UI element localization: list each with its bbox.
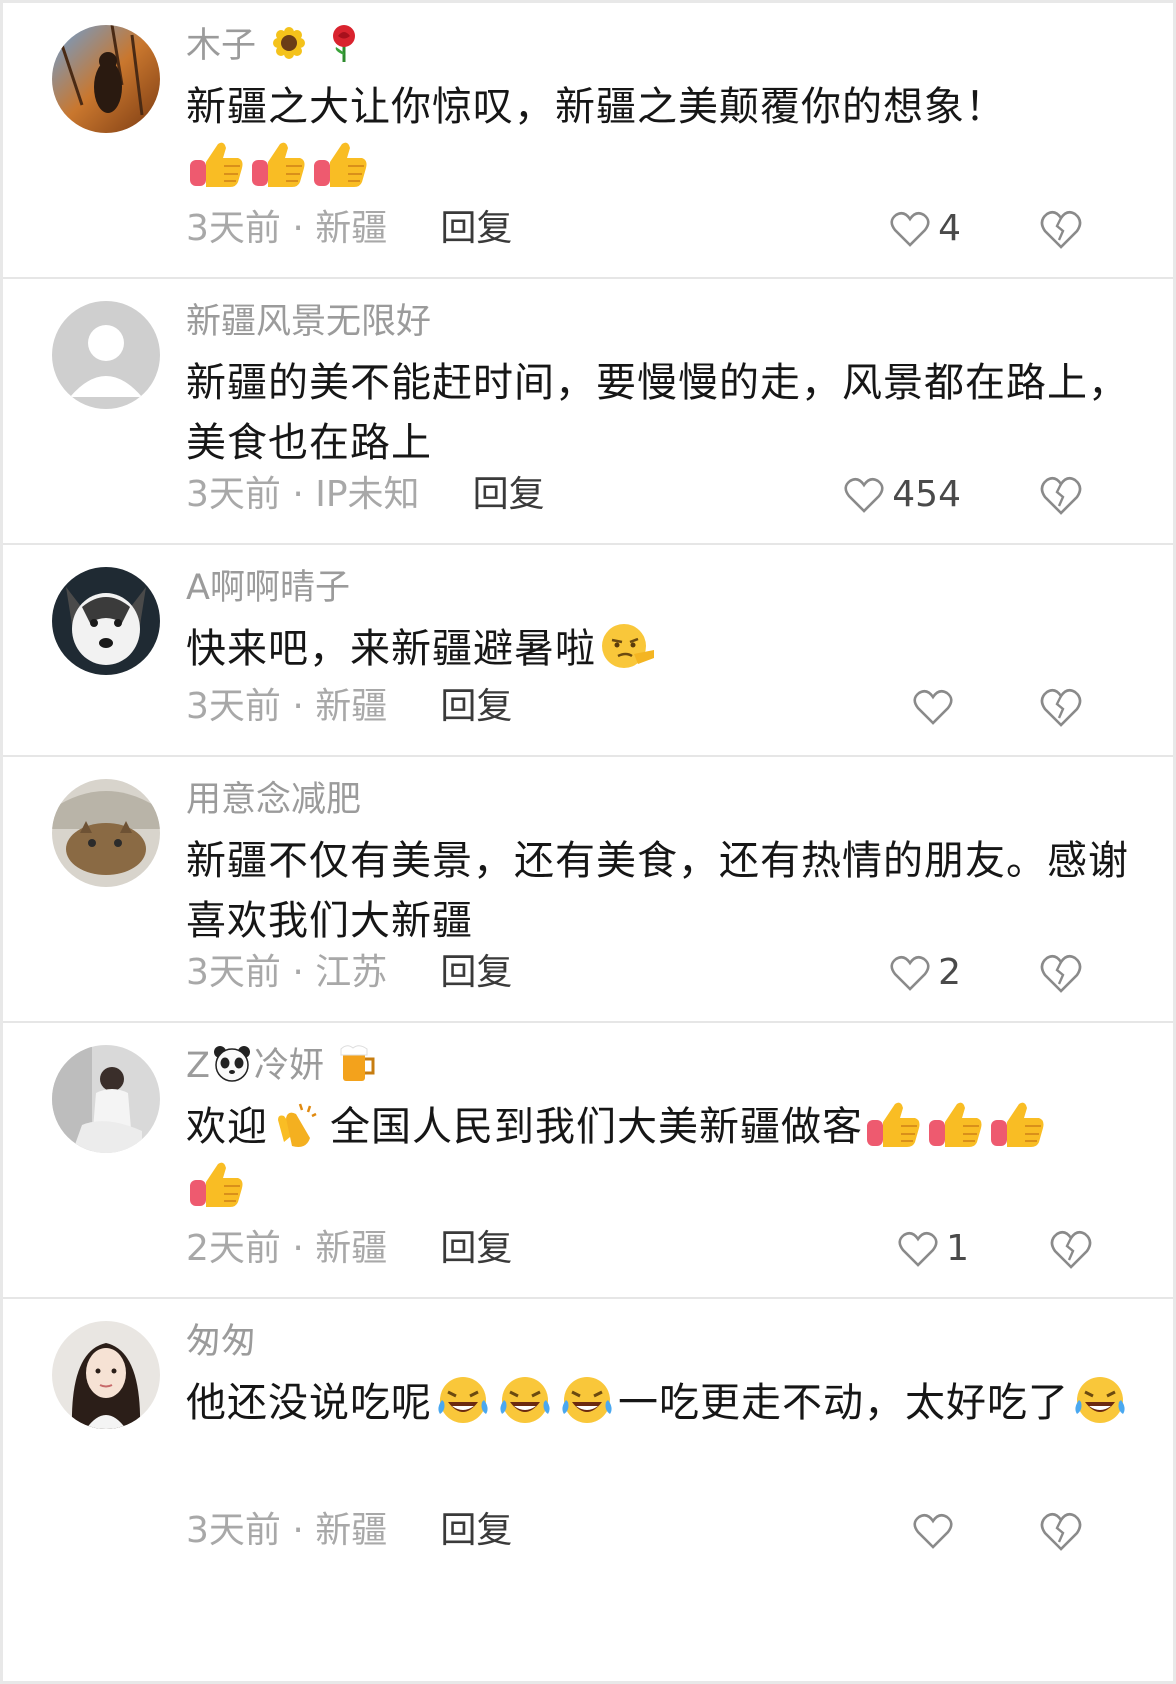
broken-heart-icon[interactable] [1039, 1509, 1083, 1553]
like-count: 2 [938, 952, 961, 993]
comment-author[interactable]: 新疆风景无限好 [186, 299, 1133, 345]
comment-text: 欢迎 全国人民到我们大美新疆做客 [186, 1097, 1133, 1217]
reply-button[interactable]: 回复 [440, 203, 512, 255]
thumbs-up-icon [188, 1158, 246, 1210]
broken-heart-icon[interactable] [1039, 207, 1083, 251]
comment-author[interactable]: Z 冷妍 [186, 1043, 1133, 1089]
sunflower-icon [269, 23, 309, 63]
comment-meta: 2天前 · 新疆 回复 1 [186, 1223, 1133, 1275]
timestamp-location: 3天前 · IP未知 [186, 474, 420, 515]
comment-item: Z 冷妍 欢迎 全国人民到我们大美新疆做客 2天前 · 新疆 回复 1 [3, 1023, 1173, 1299]
timestamp-location: 3天前 · 江苏 [186, 952, 388, 993]
comment-author[interactable]: A啊啊晴子 [186, 565, 1133, 611]
rolling-laughing-icon [1071, 1374, 1129, 1426]
broken-heart-icon[interactable] [1039, 473, 1083, 517]
comment-meta: 3天前 · 新疆 回复 [186, 681, 1133, 733]
avatar[interactable] [52, 1321, 160, 1429]
comment-list: 木子 新疆之大让你惊叹，新疆之美颠覆你的想象！ 3天前 · 新疆 回复 4 新疆… [3, 3, 1173, 1681]
comment-text: 新疆的美不能赶时间，要慢慢的走，风景都在路上，美食也在路上 [186, 360, 1129, 466]
comment-item: 木子 新疆之大让你惊叹，新疆之美颠覆你的想象！ 3天前 · 新疆 回复 4 [3, 3, 1173, 279]
like-button[interactable]: 1 [898, 1223, 969, 1275]
comment-text: 他还没说吃呢 一吃更走不动，太好吃了 [186, 1373, 1133, 1433]
rolling-laughing-icon [558, 1374, 616, 1426]
heart-icon [890, 210, 930, 248]
author-name-prefix[interactable]: Z [186, 1046, 210, 1086]
like-count: 1 [946, 1228, 969, 1269]
panda-icon [212, 1043, 252, 1083]
broken-heart-icon[interactable] [1039, 685, 1083, 729]
timestamp-location: 3天前 · 新疆 [186, 686, 388, 727]
comment-meta: 3天前 · IP未知 回复 454 [186, 469, 1133, 521]
heart-icon [898, 1230, 938, 1268]
comment-item: 用意念减肥 新疆不仅有美景，还有美食，还有热情的朋友。感谢喜欢我们大新疆 3天前… [3, 757, 1173, 1023]
beer-icon [337, 1043, 377, 1083]
comment-item: A啊啊晴子 快来吧，来新疆避暑啦 3天前 · 新疆 回复 [3, 545, 1173, 757]
comment-meta: 3天前 · 新疆 回复 [186, 1505, 1133, 1557]
avatar[interactable] [52, 1045, 160, 1153]
comment-text: 快来吧，来新疆避暑啦 [186, 619, 1133, 679]
comment-meta: 3天前 · 江苏 回复 2 [186, 947, 1133, 999]
author-name[interactable]: 冷妍 [254, 1046, 324, 1086]
reply-button[interactable]: 回复 [440, 947, 512, 999]
avatar[interactable] [52, 567, 160, 675]
avatar[interactable] [52, 779, 160, 887]
comment-item: 新疆风景无限好 新疆的美不能赶时间，要慢慢的走，风景都在路上，美食也在路上 3天… [3, 279, 1173, 545]
clapping-hands-icon [270, 1098, 328, 1150]
smirk-pointing-icon [598, 620, 656, 672]
timestamp-location: 3天前 · 新疆 [186, 208, 388, 249]
comment-author[interactable]: 匆匆 [186, 1319, 1133, 1365]
reply-button[interactable]: 回复 [440, 681, 512, 733]
avatar[interactable] [52, 301, 160, 409]
heart-icon [844, 476, 884, 514]
heart-icon [913, 688, 953, 726]
thumbs-up-icon [865, 1098, 923, 1150]
avatar[interactable] [52, 25, 160, 133]
comment-author[interactable]: 木子 [186, 23, 1133, 69]
timestamp-location: 2天前 · 新疆 [186, 1228, 388, 1269]
heart-icon [890, 954, 930, 992]
like-count: 454 [892, 474, 961, 515]
like-button[interactable] [913, 1505, 961, 1557]
thumbs-up-icon [927, 1098, 985, 1150]
broken-heart-icon[interactable] [1039, 951, 1083, 995]
thumbs-up-icon [250, 138, 308, 190]
heart-icon [913, 1512, 953, 1550]
comment-text: 新疆之大让你惊叹，新疆之美颠覆你的想象！ [186, 77, 1133, 197]
reply-button[interactable]: 回复 [440, 1505, 512, 1557]
comment-meta: 3天前 · 新疆 回复 4 [186, 203, 1133, 255]
comment-author[interactable]: 用意念减肥 [186, 777, 1133, 823]
thumbs-up-icon [989, 1098, 1047, 1150]
comment-item: 匆匆 他还没说吃呢 一吃更走不动，太好吃了 3天前 · 新疆 回复 [3, 1299, 1173, 1579]
rose-icon [324, 23, 364, 63]
rolling-laughing-icon [496, 1374, 554, 1426]
rolling-laughing-icon [434, 1374, 492, 1426]
comment-text: 新疆不仅有美景，还有美食，还有热情的朋友。感谢喜欢我们大新疆 [186, 838, 1129, 944]
like-button[interactable]: 454 [844, 469, 961, 521]
like-count: 4 [938, 208, 961, 249]
like-button[interactable] [913, 681, 961, 733]
reply-button[interactable]: 回复 [473, 469, 545, 521]
like-button[interactable]: 4 [890, 203, 961, 255]
like-button[interactable]: 2 [890, 947, 961, 999]
thumbs-up-icon [312, 138, 370, 190]
timestamp-location: 3天前 · 新疆 [186, 1510, 388, 1551]
author-name[interactable]: 木子 [186, 26, 256, 66]
thumbs-up-icon [188, 138, 246, 190]
broken-heart-icon[interactable] [1049, 1227, 1093, 1271]
reply-button[interactable]: 回复 [440, 1223, 512, 1275]
